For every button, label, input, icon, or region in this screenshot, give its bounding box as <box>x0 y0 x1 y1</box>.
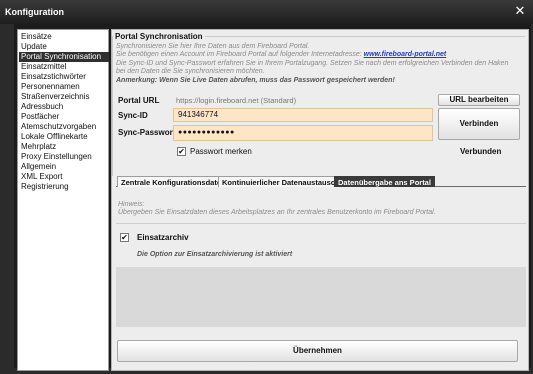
archive-status-text: Die Option zur Einsatzarchivierung ist a… <box>137 251 293 258</box>
remember-password-checkbox[interactable]: ✔ <box>177 147 186 156</box>
sidebar-item-proxy-einstellungen[interactable]: Proxy Einstellungen <box>19 152 109 162</box>
remember-password-label: Passwort merken <box>190 147 252 156</box>
sidebar-item-mehrplatz[interactable]: Mehrplatz <box>19 142 109 152</box>
divider <box>116 223 526 224</box>
info-line: bei den Daten die Sie synchronisieren mö… <box>116 68 265 76</box>
group-title: Portal Synchronisation <box>115 32 205 41</box>
info-line: Synchronisieren Sie hier Ihre Daten aus … <box>116 43 310 50</box>
sidebar-item-einsatzmittel[interactable]: Einsatzmittel <box>19 62 109 72</box>
group-border <box>112 36 113 176</box>
archive-label: Einsatzarchiv <box>137 233 189 242</box>
sidebar-item-registrierung[interactable]: Registrierung <box>19 182 109 192</box>
apply-button[interactable]: Übernehmen <box>117 340 518 362</box>
sidebar-item-atemschutzvorgaben[interactable]: Atemschutzvorgaben <box>19 122 109 132</box>
sidebar-item-xml-export[interactable]: XML Export <box>19 172 109 182</box>
sync-id-field[interactable]: 941346774 <box>173 108 433 122</box>
sync-password-field[interactable]: ●●●●●●●●●●●● <box>173 125 433 141</box>
portal-link[interactable]: www.fireboard-portal.net <box>364 51 447 58</box>
sidebar-item-lokale-offlinekarte[interactable]: Lokale Offlinekarte <box>19 132 109 142</box>
sidebar-item-portal-synchronisation[interactable]: Portal Synchronisation <box>19 52 109 62</box>
sidebar-item-personennamen[interactable]: Personennamen <box>19 82 109 92</box>
hint-text: Übergeben Sie Einsatzdaten dieses Arbeit… <box>118 209 436 217</box>
connect-button[interactable]: Verbinden <box>438 108 520 140</box>
sidebar-item-postfaecher[interactable]: Postfächer <box>19 112 109 122</box>
sidebar-item-einsatzstichwoerter[interactable]: Einsatzstichwörter <box>19 72 109 82</box>
portal-url-label: Portal URL <box>118 96 160 105</box>
portal-info-text: Synchronisieren Sie hier Ihre Daten aus … <box>116 43 526 85</box>
sync-id-label: Sync-ID <box>118 111 148 120</box>
connection-status: Verbunden <box>460 147 502 156</box>
sidebar-item-adressbuch[interactable]: Adressbuch <box>19 102 109 112</box>
window-title: Konfiguration <box>5 7 64 17</box>
info-line-text: Sie benötigen einen Account im Fireboard… <box>116 51 364 59</box>
title-bar[interactable]: Konfiguration ✕ <box>0 0 533 24</box>
sync-password-label: Sync-Passwort <box>118 128 176 137</box>
url-edit-button[interactable]: URL bearbeiten <box>438 94 520 106</box>
checkmark-icon: ✔ <box>121 233 128 242</box>
info-note: Anmerkung: Wenn Sie Live Daten abrufen, … <box>116 76 395 84</box>
hint-block: Hinweis: Übergeben Sie Einsatzdaten dies… <box>118 201 436 218</box>
sidebar-item-update[interactable]: Update <box>19 42 109 52</box>
checkmark-icon: ✔ <box>178 147 185 156</box>
sidebar-item-einsaetze[interactable]: Einsätze <box>19 32 109 42</box>
info-line: Sie benötigen einen Account im Fireboard… <box>116 51 526 59</box>
info-line: Die Sync-ID und Sync-Passwort erfahren S… <box>116 59 509 67</box>
sidebar-item-allgemein[interactable]: Allgemein <box>19 162 109 172</box>
category-list: Einsätze Update Portal Synchronisation E… <box>17 29 109 371</box>
portal-url-value: https://login.fireboard.net (Standard) <box>176 96 297 105</box>
close-icon[interactable]: ✕ <box>513 4 527 18</box>
empty-content-area <box>116 267 526 327</box>
group-border <box>186 36 525 37</box>
archive-checkbox[interactable]: ✔ <box>120 233 129 242</box>
sidebar-item-strassenverzeichnis[interactable]: Straßenverzeichnis <box>19 92 109 102</box>
